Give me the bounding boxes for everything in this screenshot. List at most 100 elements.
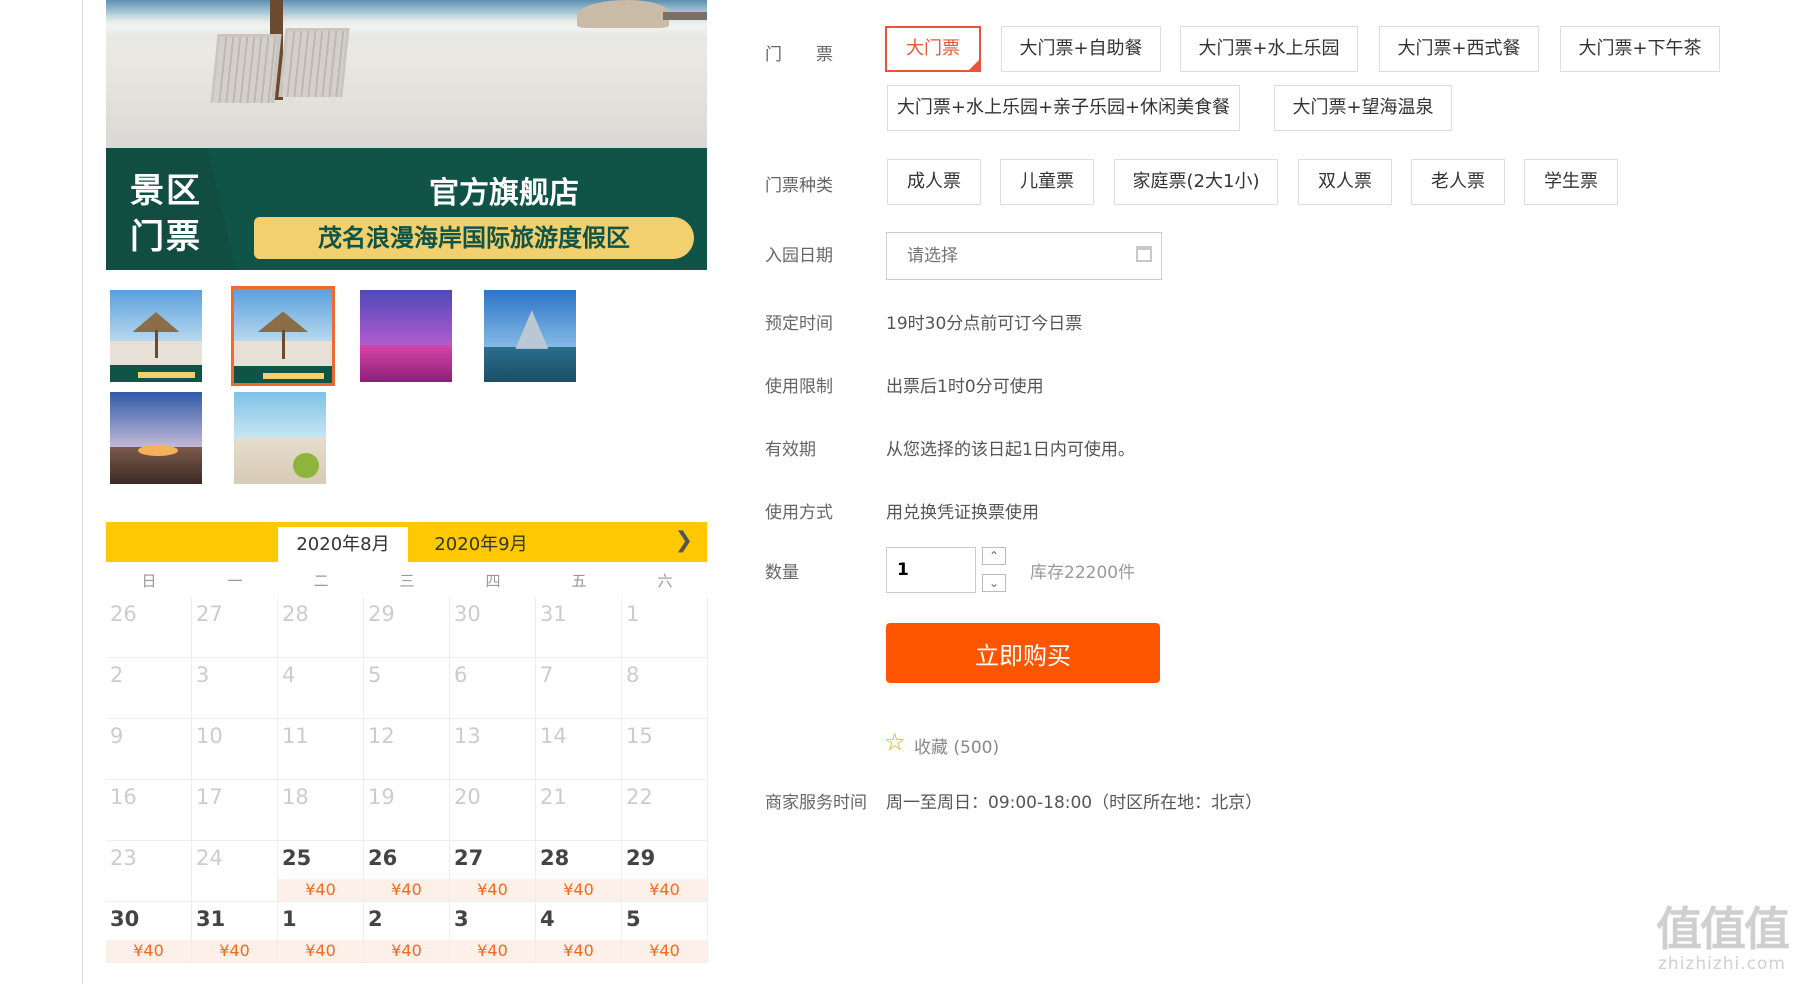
calendar-day-available[interactable]: 26 ¥40	[364, 841, 450, 902]
main-product-image: 景区 门票 官方旗舰店 茂名浪漫海岸国际旅游度假区	[106, 0, 707, 270]
thumb-sky	[360, 290, 452, 346]
ticket-option-buffet[interactable]: 大门票+自助餐	[1001, 26, 1161, 72]
calendar-day-disabled: 26	[106, 597, 192, 658]
ticket-option-waterpark[interactable]: 大门票+水上乐园	[1180, 26, 1358, 72]
service-time-value: 周一至周日：09:00-18:00（时区所在地：北京）	[886, 793, 1263, 813]
day-number: 6	[454, 663, 468, 687]
entry-date-input[interactable]	[886, 232, 1162, 280]
day-number: 5	[368, 663, 382, 687]
calendar-tab-september[interactable]: 2020年9月	[416, 527, 546, 562]
day-number: 17	[196, 785, 223, 809]
day-number: 31	[196, 907, 226, 931]
ticket-type-adult[interactable]: 成人票	[887, 159, 981, 205]
chevron-right-icon[interactable]: ❯	[675, 528, 693, 553]
day-number: 4	[282, 663, 296, 687]
calendar-day-available[interactable]: 28 ¥40	[536, 841, 622, 902]
coconut-icon	[292, 452, 319, 479]
pier	[663, 12, 707, 20]
calendar-icon[interactable]	[1136, 246, 1152, 262]
day-number: 21	[540, 785, 567, 809]
thumbnail-3[interactable]	[358, 288, 454, 384]
thumbnail-5[interactable]	[108, 390, 204, 486]
calendar-day-disabled: 24	[192, 841, 278, 902]
day-number: 18	[282, 785, 309, 809]
day-number: 27	[196, 602, 223, 626]
calendar-day-available[interactable]: 5 ¥40	[622, 902, 708, 963]
watermark-url: zhizhizhi.com	[1658, 954, 1786, 974]
calendar-day-disabled: 10	[192, 719, 278, 780]
calendar-day-disabled: 19	[364, 780, 450, 841]
day-number: 10	[196, 724, 223, 748]
thumbnail-6[interactable]	[232, 390, 328, 486]
ticket-option-hot-spring[interactable]: 大门票+望海温泉	[1274, 85, 1452, 131]
day-number: 2	[110, 663, 124, 687]
calendar-day-disabled: 18	[278, 780, 364, 841]
calendar-day-disabled: 23	[106, 841, 192, 902]
day-price: ¥40	[364, 940, 449, 962]
quantity-label: 数量	[765, 563, 799, 583]
banner-category-line: 门票	[130, 217, 202, 257]
day-price: ¥40	[278, 940, 363, 962]
ticket-type-child[interactable]: 儿童票	[1000, 159, 1094, 205]
calendar-day-disabled: 22	[622, 780, 708, 841]
day-number: 9	[110, 724, 124, 748]
calendar-day-disabled: 4	[278, 658, 364, 719]
favorite-count[interactable]: 收藏 (500)	[914, 733, 999, 758]
day-price: ¥40	[278, 879, 363, 901]
calendar-day-available[interactable]: 25 ¥40	[278, 841, 364, 902]
day-number: 30	[454, 602, 481, 626]
ticket-option-afternoon-tea[interactable]: 大门票+下午茶	[1560, 26, 1720, 72]
buy-now-button[interactable]: 立即购买	[886, 623, 1160, 683]
day-number: 19	[368, 785, 395, 809]
day-price: ¥40	[622, 879, 707, 901]
quantity-input[interactable]	[886, 547, 976, 593]
day-price: ¥40	[192, 940, 277, 962]
ticket-option-combo[interactable]: 大门票+水上乐园+亲子乐园+休闲美食餐	[887, 85, 1240, 131]
chevron-down-icon[interactable]: ⌄	[982, 574, 1006, 592]
ticket-type-student[interactable]: 学生票	[1524, 159, 1618, 205]
day-number: 28	[540, 846, 570, 870]
ticket-option-western-meal[interactable]: 大门票+西式餐	[1379, 26, 1539, 72]
calendar-day-disabled: 6	[450, 658, 536, 719]
watermark-logo: 值值值	[1656, 902, 1790, 956]
ticket-type-senior[interactable]: 老人票	[1411, 159, 1505, 205]
thumbnail-1[interactable]	[108, 288, 204, 384]
banner-category-line: 景区	[130, 171, 202, 211]
ticket-type-family[interactable]: 家庭票(2大1小)	[1114, 159, 1278, 205]
day-price: ¥40	[106, 940, 191, 962]
chevron-up-icon[interactable]: ⌃	[982, 547, 1006, 565]
day-number: 26	[110, 602, 137, 626]
day-price: ¥40	[450, 940, 535, 962]
ticket-type-double[interactable]: 双人票	[1298, 159, 1392, 205]
usage-limit-label: 使用限制	[765, 377, 833, 397]
calendar-day-available[interactable]: 31 ¥40	[192, 902, 278, 963]
calendar-day-available[interactable]: 1 ¥40	[278, 902, 364, 963]
booking-time-value: 19时30分点前可订今日票	[886, 314, 1083, 334]
ticket-type-label: 门票种类	[765, 176, 833, 196]
ticket-option-main[interactable]: 大门票	[885, 26, 981, 72]
calendar-day-available[interactable]: 4 ¥40	[536, 902, 622, 963]
day-number: 28	[282, 602, 309, 626]
day-price: ¥40	[536, 879, 621, 901]
page-divider	[82, 0, 83, 984]
star-icon[interactable]: ☆	[884, 730, 906, 754]
thumb-sky	[110, 392, 202, 448]
calendar-tab-august[interactable]: 2020年8月	[278, 527, 408, 562]
calendar-day-disabled: 20	[450, 780, 536, 841]
calendar-day-available[interactable]: 27 ¥40	[450, 841, 536, 902]
thumbnail-2-selected[interactable]	[231, 286, 335, 386]
thumbnail-4[interactable]	[482, 288, 578, 384]
calendar-day-disabled: 12	[364, 719, 450, 780]
calendar-day-available[interactable]: 29 ¥40	[622, 841, 708, 902]
day-number: 29	[626, 846, 656, 870]
calendar-day-available[interactable]: 2 ¥40	[364, 902, 450, 963]
calendar-day-disabled: 30	[450, 597, 536, 658]
day-number: 1	[626, 602, 640, 626]
ticket-label: 门 票	[765, 45, 833, 65]
calendar-day-disabled: 11	[278, 719, 364, 780]
day-number: 5	[626, 907, 641, 931]
calendar-day-available[interactable]: 3 ¥40	[450, 902, 536, 963]
calendar-day-disabled: 31	[536, 597, 622, 658]
calendar-day-available[interactable]: 30 ¥40	[106, 902, 192, 963]
calendar-day-disabled: 16	[106, 780, 192, 841]
